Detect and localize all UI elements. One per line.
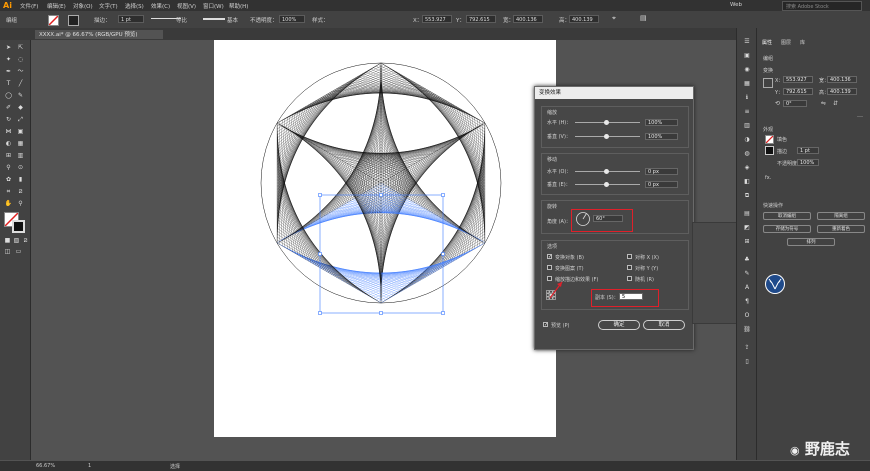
info-panel-icon[interactable]: ℹ — [742, 94, 752, 102]
arrange-button[interactable]: 排列 — [787, 238, 835, 246]
ungroup-button[interactable]: 取消编组 — [763, 212, 811, 220]
paragraph-panel-icon[interactable]: ¶ — [742, 298, 752, 306]
prop-y-field[interactable]: 792.615 — [783, 88, 813, 95]
zoom-level[interactable]: 66.67% — [36, 463, 55, 469]
symbols-panel-icon[interactable]: ♣ — [742, 256, 752, 264]
background-panel — [692, 222, 738, 324]
fx-button[interactable]: fx. — [765, 175, 771, 181]
reference-point-grid-icon[interactable] — [763, 78, 773, 88]
properties-panel-icon[interactable]: ☰ — [742, 38, 752, 46]
watermark: ◉ 野鹿志 — [790, 438, 850, 459]
tab-properties[interactable]: 属性 — [762, 39, 772, 46]
flip-vertical-icon[interactable]: ⇵ — [833, 100, 838, 107]
more-options-icon[interactable]: … — [857, 112, 863, 119]
prop-angle-field[interactable]: 0° — [783, 100, 807, 107]
prop-y-label: Y： — [775, 90, 784, 96]
align-panel-icon[interactable]: ▤ — [742, 210, 752, 218]
section-transform-label: 变换 — [763, 68, 774, 74]
flip-horizontal-icon[interactable]: ⇋ — [821, 100, 826, 107]
prop-w-field[interactable]: 400.136 — [827, 76, 857, 83]
graphic-styles-panel-icon[interactable]: ◈ — [742, 164, 752, 172]
color-panel-icon[interactable]: ◉ — [742, 66, 752, 74]
tab-layers[interactable]: 图层 — [781, 39, 791, 46]
status-bar: 66.67% 1 选择 — [0, 461, 870, 471]
prop-stroke-field[interactable]: 1 pt — [797, 147, 819, 154]
prop-fill-label: 填色 — [777, 137, 788, 143]
section-quick-actions-label: 快速操作 — [763, 203, 784, 209]
recolor-button[interactable]: 重新着色 — [817, 225, 865, 233]
properties-panel: 属性 图层 库 编组 变换 X： 553.927 宽： 400.136 Y： 7… — [756, 28, 870, 460]
transparency-panel-icon[interactable]: ◑ — [742, 136, 752, 144]
prop-h-field[interactable]: 400.139 — [827, 88, 857, 95]
character-panel-icon[interactable]: A — [742, 284, 752, 292]
none-slash-icon — [766, 136, 773, 143]
section-group-label: 编组 — [763, 56, 774, 62]
libraries-panel-icon[interactable]: ▣ — [742, 52, 752, 60]
tab-libraries[interactable]: 库 — [800, 39, 805, 46]
brushes-panel-icon[interactable]: ✎ — [742, 270, 752, 278]
rotate-icon: ⟲ — [775, 100, 781, 107]
prop-stroke-swatch[interactable] — [765, 146, 774, 155]
prop-opacity-field[interactable]: 100% — [797, 159, 819, 166]
prop-fill-swatch[interactable] — [765, 135, 774, 144]
weibo-icon: ◉ — [790, 444, 800, 457]
prop-stroke-label: 描边 — [777, 149, 788, 155]
panel-icon-column: ☰ ▣ ◉ ▦ ℹ ≡ ▥ ◑ ◍ ◈ ◧ ⧉ ▤ ◩ ⊞ ♣ ✎ A ¶ O … — [736, 28, 757, 460]
stroke-panel-icon[interactable]: ≡ — [742, 108, 752, 116]
prop-x-field[interactable]: 553.927 — [783, 76, 813, 83]
current-tool-status: 选择 — [170, 464, 181, 470]
isolate-group-button[interactable]: 隔离组 — [817, 212, 865, 220]
save-as-symbol-button[interactable]: 存储为符号 — [763, 225, 811, 233]
artboards-panel-icon[interactable]: ⧉ — [742, 192, 752, 200]
gradient-panel-icon[interactable]: ▥ — [742, 122, 752, 130]
document-info-panel-icon[interactable]: ▯ — [742, 358, 752, 366]
prop-opacity-label: 不透明度 — [777, 161, 798, 167]
section-appearance-label: 外观 — [763, 127, 774, 133]
layers-panel-icon[interactable]: ◧ — [742, 178, 752, 186]
transform-panel-icon[interactable]: ⊞ — [742, 238, 752, 246]
watermark-text: 野鹿志 — [804, 440, 850, 458]
swatches-panel-icon[interactable]: ▦ — [742, 80, 752, 88]
asset-export-panel-icon[interactable]: ⇪ — [742, 344, 752, 352]
page-number[interactable]: 1 — [88, 463, 91, 469]
appearance-panel-icon[interactable]: ◍ — [742, 150, 752, 158]
deer-logo-icon — [765, 274, 785, 294]
opentype-panel-icon[interactable]: O — [742, 312, 752, 320]
pathfinder-panel-icon[interactable]: ◩ — [742, 224, 752, 232]
links-panel-icon[interactable]: ⛓ — [742, 326, 752, 334]
